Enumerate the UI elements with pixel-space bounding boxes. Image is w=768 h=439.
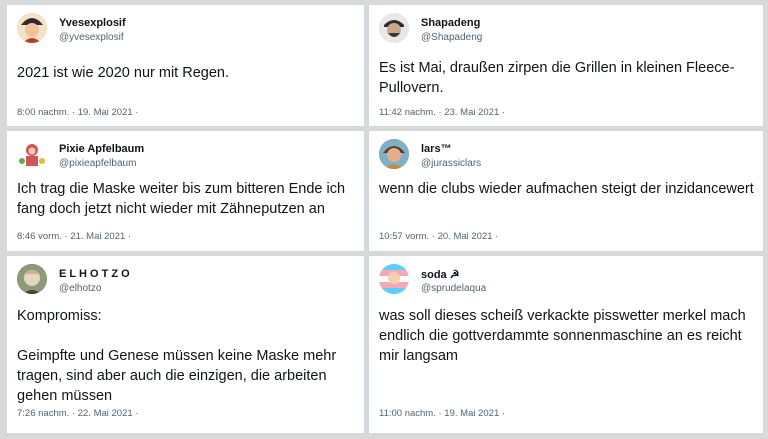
user-handle[interactable]: @elhotzo	[59, 283, 101, 294]
display-name[interactable]: soda ☭	[421, 268, 460, 281]
tweet-timestamp[interactable]: 8:00 nachm. · 19. Mai 2021 ·	[17, 107, 138, 118]
tweet-timestamp[interactable]: 11:00 nachm. · 19. Mai 2021 ·	[379, 408, 505, 419]
avatar-image	[17, 13, 47, 43]
tweet-text: Kompromiss: Geimpfte und Genese müssen k…	[17, 308, 337, 404]
tweet-timestamp[interactable]: 7:26 nachm. · 22. Mai 2021 ·	[17, 408, 138, 419]
avatar-image	[379, 139, 409, 169]
avatar[interactable]	[17, 13, 47, 43]
avatar[interactable]	[17, 264, 47, 294]
display-name[interactable]: lars™	[421, 143, 452, 155]
tweet-text: was soll dieses scheiß verkackte pisswet…	[379, 308, 746, 364]
display-name[interactable]: Pixie Apfelbaum	[59, 143, 144, 155]
user-handle[interactable]: @jurassiclars	[421, 158, 481, 169]
tweet-text: Es ist Mai, draußen zirpen die Grillen i…	[379, 60, 735, 96]
avatar-image	[379, 264, 409, 294]
tweet-timestamp[interactable]: 11:42 nachm. · 23. Mai 2021 ·	[379, 107, 505, 118]
avatar[interactable]	[379, 13, 409, 43]
avatar[interactable]	[379, 139, 409, 169]
tweet-card[interactable]: Pixie Apfelbaum @pixieapfelbaum Ich trag…	[6, 130, 365, 252]
user-handle[interactable]: @sprudelaqua	[421, 283, 486, 294]
tweet-timestamp[interactable]: 8:46 vorm. · 21. Mai 2021 ·	[17, 231, 131, 242]
avatar[interactable]	[379, 264, 409, 294]
avatar[interactable]	[17, 139, 47, 169]
tweet-timestamp[interactable]: 10:57 vorm. · 20. Mai 2021 ·	[379, 231, 498, 242]
user-handle[interactable]: @pixieapfelbaum	[59, 158, 136, 169]
tweet-text: 2021 ist wie 2020 nur mit Regen.	[17, 65, 229, 81]
avatar-image	[17, 264, 47, 294]
tweet-text: Ich trag die Maske weiter bis zum bitter…	[17, 181, 346, 217]
display-name[interactable]: E L H O T Z O	[59, 268, 130, 280]
tweet-card[interactable]: soda ☭ @sprudelaqua was soll dieses sche…	[368, 255, 764, 434]
avatar-image	[17, 139, 47, 169]
tweet-card[interactable]: Yvesexplosif @yvesexplosif 2021 ist wie …	[6, 4, 365, 127]
tweet-text: wenn die clubs wieder aufmachen steigt d…	[379, 181, 754, 197]
tweet-card[interactable]: E L H O T Z O @elhotzo Kompromiss: Geimp…	[6, 255, 365, 434]
tweet-card[interactable]: Shapadeng @Shapadeng Es ist Mai, draußen…	[368, 4, 764, 127]
avatar-image	[379, 13, 409, 43]
display-name[interactable]: Shapadeng	[421, 17, 480, 29]
display-name[interactable]: Yvesexplosif	[59, 17, 126, 29]
tweet-card[interactable]: lars™ @jurassiclars wenn die clubs wiede…	[368, 130, 764, 252]
user-handle[interactable]: @yvesexplosif	[59, 32, 124, 43]
user-handle[interactable]: @Shapadeng	[421, 32, 482, 43]
